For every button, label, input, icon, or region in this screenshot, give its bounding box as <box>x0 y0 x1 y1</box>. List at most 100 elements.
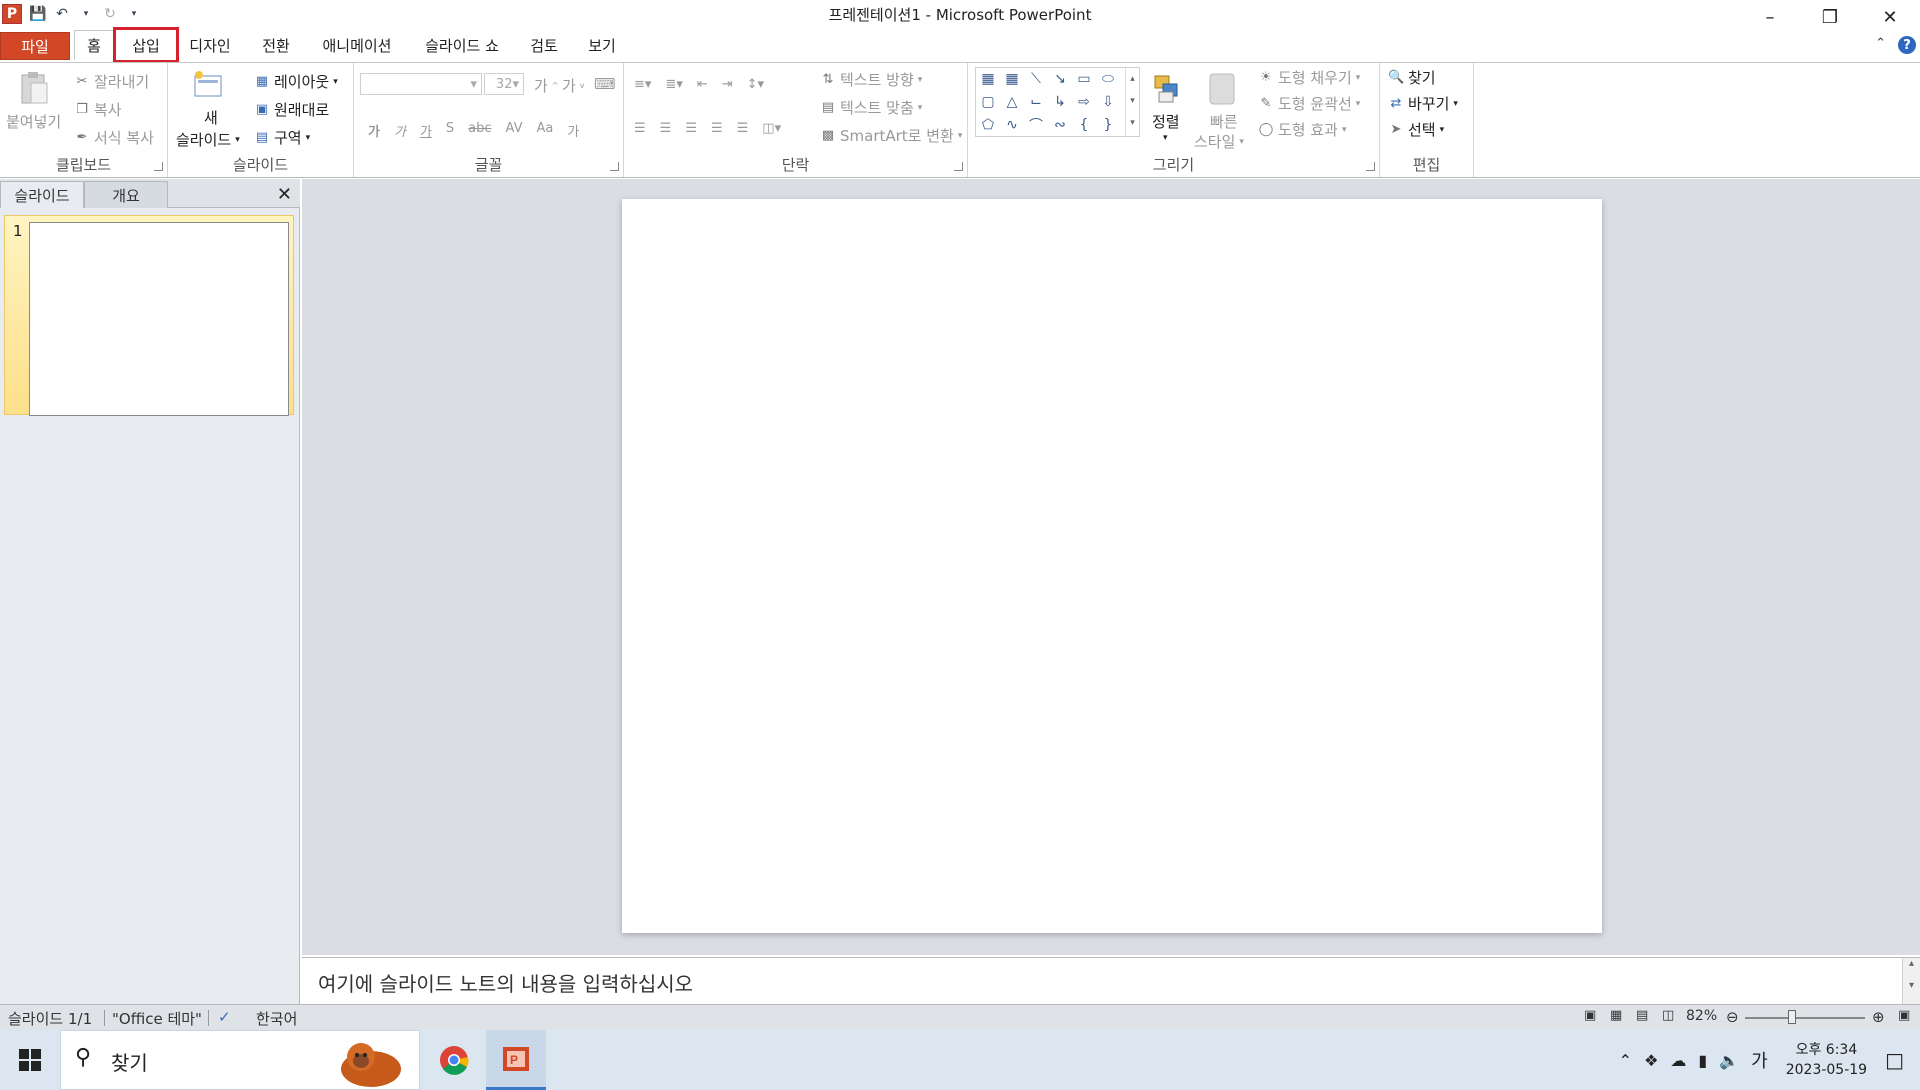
tab-file[interactable]: 파일 <box>0 32 70 60</box>
notes-scrollbar[interactable]: ▴ ▾ <box>1902 958 1920 1005</box>
arrange-icon[interactable] <box>1152 71 1182 107</box>
triangle-shape-icon[interactable]: △ <box>1004 94 1020 110</box>
tab-review[interactable]: 검토 <box>524 30 564 60</box>
notes-placeholder[interactable]: 여기에 슬라이드 노트의 내용을 입력하십시오 <box>318 968 693 997</box>
paragraph-launcher-icon[interactable] <box>954 162 963 171</box>
quick-styles-line1[interactable]: 빠른 <box>1210 111 1238 132</box>
notes-pane[interactable]: 여기에 슬라이드 노트의 내용을 입력하십시오 ▴ ▾ <box>302 957 1920 1005</box>
align-left-icon[interactable]: ☰ <box>634 121 646 136</box>
align-center-icon[interactable]: ☰ <box>660 121 672 136</box>
shape-outline-button[interactable]: ✎ 도형 윤곽선 ▾ <box>1258 93 1361 114</box>
font-color-button[interactable]: 가 <box>567 121 579 140</box>
italic-button[interactable]: 가 <box>394 121 406 140</box>
format-painter-button[interactable]: ✒ 서식 복사 <box>74 127 154 148</box>
tab-insert[interactable]: 삽입 <box>113 27 179 63</box>
increase-indent-icon[interactable]: ⇥ <box>722 77 733 92</box>
arrange-button[interactable]: 정렬 <box>1152 111 1180 132</box>
clock[interactable]: 오후 6:34 2023-05-19 <box>1786 1040 1867 1080</box>
tab-design[interactable]: 디자인 <box>182 30 238 60</box>
textbox-shape-icon[interactable]: ▦ <box>980 71 996 87</box>
save-icon[interactable]: 💾 <box>29 6 46 22</box>
align-text-button[interactable]: ▤ 텍스트 맞춤 ▾ <box>820 97 922 118</box>
copy-button[interactable]: ❐ 복사 <box>74 99 121 120</box>
arrange-dropdown-icon[interactable]: ▾ <box>1163 133 1168 143</box>
drawing-launcher-icon[interactable] <box>1366 162 1375 171</box>
redo-icon[interactable]: ↻ <box>102 6 118 22</box>
shape-fill-button[interactable]: ☀ 도형 채우기 ▾ <box>1258 67 1360 88</box>
tab-outline[interactable]: 개요 <box>84 181 168 208</box>
tab-home[interactable]: 홈 <box>74 30 114 60</box>
new-slide-line1[interactable]: 새 <box>204 107 218 128</box>
zoom-slider-thumb[interactable] <box>1788 1010 1796 1024</box>
language[interactable]: 한국어 <box>256 1008 297 1029</box>
paste-icon[interactable] <box>18 69 50 109</box>
onedrive-icon[interactable]: ☁ <box>1670 1051 1686 1070</box>
zoom-out-icon[interactable]: ⊖ <box>1726 1008 1739 1026</box>
show-hidden-icons-icon[interactable]: ⌃ <box>1619 1051 1632 1070</box>
shrink-font-button[interactable]: 가v <box>562 75 585 96</box>
underline-button[interactable]: 가 <box>420 121 432 140</box>
clear-format-icon[interactable]: ⌨ <box>594 75 616 93</box>
quick-styles-icon[interactable] <box>1206 71 1236 107</box>
tab-slideshow[interactable]: 슬라이드 쇼 <box>416 30 508 60</box>
slide-thumbnail[interactable] <box>29 222 289 416</box>
distributed-icon[interactable]: ☰ <box>737 121 749 136</box>
replace-button[interactable]: ⇄ 바꾸기 ▾ <box>1388 93 1458 114</box>
collapse-ribbon-icon[interactable]: ⌃ <box>1875 36 1886 54</box>
volume-icon[interactable]: 🔈 <box>1719 1051 1739 1070</box>
zoom-in-icon[interactable]: ⊕ <box>1872 1008 1885 1026</box>
paste-button[interactable]: 붙여넣기 <box>6 111 61 132</box>
rectangle-shape-icon[interactable]: ▭ <box>1076 71 1092 87</box>
clipboard-launcher-icon[interactable] <box>154 162 163 171</box>
down-arrow-shape-icon[interactable]: ⇩ <box>1100 94 1116 110</box>
tab-transitions[interactable]: 전환 <box>254 30 298 60</box>
decrease-indent-icon[interactable]: ⇤ <box>697 77 708 92</box>
line-spacing-icon[interactable]: ↕▾ <box>747 77 764 92</box>
char-spacing-button[interactable]: AV <box>506 121 523 140</box>
new-slide-button[interactable]: 슬라이드 ▾ <box>176 129 240 150</box>
slide-thumbnail-selected[interactable]: 1 <box>4 215 294 416</box>
font-name-combo[interactable]: ▾ <box>360 73 482 95</box>
tab-view[interactable]: 보기 <box>582 30 622 60</box>
reading-view-icon[interactable]: ▤ <box>1636 1008 1648 1023</box>
oval-shape-icon[interactable]: ⬭ <box>1100 71 1116 87</box>
taskbar-search[interactable]: ⚲ 찾기 <box>60 1030 420 1090</box>
bullets-icon[interactable]: ≡▾ <box>634 77 651 92</box>
font-launcher-icon[interactable] <box>610 162 619 171</box>
gallery-scroll[interactable]: ▴ ▾ ▾ <box>1125 68 1139 136</box>
reset-button[interactable]: ▣ 원래대로 <box>254 99 329 120</box>
elbow-arrow-shape-icon[interactable]: ↳ <box>1052 94 1068 110</box>
slide-sorter-icon[interactable]: ▦ <box>1610 1008 1622 1023</box>
strikethrough-button[interactable]: abc <box>468 121 491 140</box>
fit-to-window-icon[interactable]: ▣ <box>1898 1008 1910 1023</box>
undo-icon[interactable]: ↶ <box>54 6 70 22</box>
layout-button[interactable]: ▦ 레이아웃 ▾ <box>254 71 338 92</box>
freeform-shape-icon[interactable]: ⬠ <box>980 117 996 133</box>
columns-icon[interactable]: ◫▾ <box>762 121 781 136</box>
powerpoint-app-icon[interactable]: P <box>2 4 22 24</box>
section-button[interactable]: ▤ 구역 ▾ <box>254 127 310 148</box>
scribble-shape-icon[interactable]: ∿ <box>1004 117 1020 133</box>
normal-view-icon[interactable]: ▣ <box>1584 1008 1596 1023</box>
smartart-button[interactable]: ▩ SmartArt로 변환 ▾ <box>820 125 963 146</box>
powerpoint-taskbar-button[interactable]: P <box>486 1030 546 1090</box>
theme-name[interactable]: "Office 테마" <box>112 1008 202 1029</box>
close-pane-icon[interactable]: ✕ <box>277 184 292 205</box>
spellcheck-icon[interactable]: ✓ <box>218 1008 231 1026</box>
slide-canvas[interactable] <box>622 199 1602 933</box>
justify-icon[interactable]: ☰ <box>711 121 723 136</box>
help-icon[interactable]: ? <box>1898 36 1916 54</box>
tab-animations[interactable]: 애니메이션 <box>314 30 400 60</box>
tab-slides[interactable]: 슬라이드 <box>0 181 84 208</box>
grow-font-button[interactable]: 가 ^ <box>534 75 559 96</box>
ime-indicator[interactable]: 가 <box>1751 1047 1768 1073</box>
new-slide-icon[interactable] <box>192 67 224 103</box>
elbow-connector-shape-icon[interactable]: ⌙ <box>1028 94 1044 110</box>
right-brace-shape-icon[interactable]: } <box>1100 117 1116 133</box>
right-arrow-shape-icon[interactable]: ⇨ <box>1076 94 1092 110</box>
curve-shape-icon[interactable]: ∾ <box>1052 117 1068 133</box>
rounded-rect-shape-icon[interactable]: ▢ <box>980 94 996 110</box>
zoom-slider-track[interactable] <box>1745 1017 1865 1019</box>
select-button[interactable]: ➤ 선택 ▾ <box>1388 119 1445 140</box>
chrome-taskbar-button[interactable] <box>424 1030 484 1090</box>
